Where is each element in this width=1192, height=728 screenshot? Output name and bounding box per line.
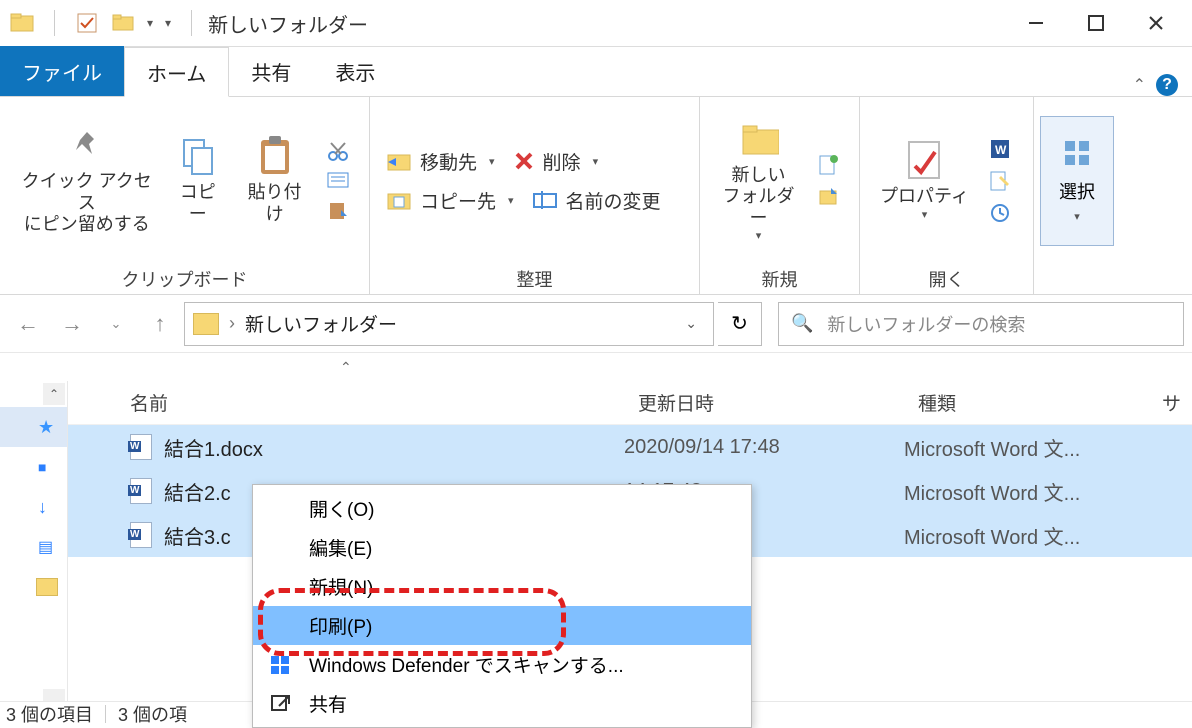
ctx-edit[interactable]: 編集(E) [253, 528, 751, 567]
folder-icon [10, 11, 34, 35]
ctx-open[interactable]: 開く(O) [253, 489, 751, 528]
qat-dropdown-icon[interactable]: ▾ [147, 16, 153, 30]
nav-item[interactable] [0, 527, 67, 567]
pin-icon [67, 125, 107, 165]
maximize-button[interactable] [1066, 3, 1126, 43]
edit-button[interactable] [985, 168, 1017, 194]
collapse-ribbon-icon[interactable]: ⌃ [1133, 75, 1146, 95]
group-label-new: 新規 [700, 264, 859, 294]
nav-item[interactable] [0, 567, 67, 607]
refresh-button[interactable]: ↻ [718, 302, 762, 346]
address-dropdown-icon[interactable]: ⌄ [677, 315, 705, 332]
delete-button[interactable]: 削除▾ [507, 144, 605, 179]
column-headers[interactable]: 名前 更新日時 種類 サ [68, 381, 1192, 425]
easy-access-button[interactable] [813, 184, 843, 210]
copy-icon [178, 136, 218, 176]
forward-button[interactable]: → [52, 304, 92, 344]
defender-icon [267, 652, 293, 678]
tab-view[interactable]: 表示 [313, 46, 397, 96]
qat-overflow-icon[interactable]: ▾ [165, 16, 171, 30]
nav-item[interactable] [0, 447, 67, 487]
copy-path-button[interactable] [323, 170, 353, 192]
tab-home[interactable]: ホーム [124, 47, 229, 97]
navigation-pane[interactable]: ⌃ ⌄ [0, 381, 68, 713]
properties-button[interactable]: プロパティ ▾ [870, 136, 979, 225]
address-bar[interactable]: › 新しいフォルダー ⌄ [184, 302, 714, 346]
svg-text:W: W [995, 143, 1007, 157]
tab-file[interactable]: ファイル [0, 46, 124, 96]
up-button[interactable]: ↑ [140, 304, 180, 344]
history-button[interactable] [985, 200, 1017, 226]
group-label-open: 開く [860, 264, 1033, 294]
ctx-share[interactable]: 共有 [253, 684, 751, 723]
cut-button[interactable] [323, 138, 353, 164]
checkbox-icon[interactable] [75, 11, 99, 35]
chevron-up-icon[interactable]: ⌃ [340, 359, 352, 376]
tab-share[interactable]: 共有 [229, 46, 313, 96]
paste-button[interactable]: 貼り付け [232, 132, 317, 229]
file-row[interactable]: 結合1.docx 2020/09/14 17:48 Microsoft Word… [68, 425, 1192, 469]
properties-icon [904, 140, 944, 180]
context-menu: 開く(O) 編集(E) 新規(N) 印刷(P) Windows Defender… [252, 484, 752, 728]
ctx-print[interactable]: 印刷(P) [253, 606, 751, 645]
paste-icon [255, 136, 295, 176]
breadcrumb-sep-icon[interactable]: › [229, 313, 235, 334]
ctx-new[interactable]: 新規(N) [253, 567, 751, 606]
rename-button[interactable]: 名前の変更 [526, 183, 667, 218]
move-to-button[interactable]: 移動先▾ [380, 144, 501, 179]
scroll-up-icon[interactable]: ⌃ [43, 383, 65, 405]
nav-quick-access[interactable] [0, 407, 67, 447]
breadcrumb[interactable]: 新しいフォルダー [245, 310, 397, 337]
search-icon: 🔍 [791, 313, 813, 334]
word-file-icon [130, 478, 152, 504]
search-input[interactable]: 🔍 新しいフォルダーの検索 [778, 302, 1184, 346]
minimize-button[interactable] [1006, 3, 1066, 43]
status-selected-count: 3 個の項 [118, 701, 187, 727]
window-title: 新しいフォルダー [200, 9, 368, 38]
new-item-button[interactable] [813, 152, 843, 178]
group-label-organize: 整理 [370, 264, 699, 294]
folder-icon [193, 313, 219, 335]
copy-button[interactable]: コピー [163, 132, 232, 229]
pin-to-quick-access-button[interactable]: クイック アクセス にピン留めする [10, 121, 163, 240]
open-with-button[interactable]: W [985, 136, 1017, 162]
copy-to-button[interactable]: コピー先▾ [380, 183, 520, 218]
select-button[interactable]: 選択 ▾ [1040, 116, 1114, 246]
select-icon [1062, 138, 1092, 168]
back-button[interactable]: ← [8, 304, 48, 344]
group-label-clipboard: クリップボード [0, 264, 369, 294]
col-date[interactable]: 更新日時 [638, 389, 918, 416]
ctx-defender[interactable]: Windows Defender でスキャンする... [253, 645, 751, 684]
col-size[interactable]: サ [1162, 389, 1192, 416]
folder-small-icon[interactable] [111, 11, 135, 35]
col-type[interactable]: 種類 [918, 389, 1162, 416]
word-file-icon [130, 434, 152, 460]
share-icon [267, 691, 293, 717]
help-icon[interactable]: ? [1156, 74, 1178, 96]
nav-item[interactable] [0, 487, 67, 527]
new-folder-button[interactable]: 新しい フォルダー ▾ [710, 115, 807, 247]
recent-dropdown-icon[interactable]: ⌄ [96, 304, 136, 344]
col-name[interactable]: 名前 [130, 389, 638, 416]
paste-shortcut-button[interactable] [323, 198, 353, 224]
close-button[interactable] [1126, 3, 1186, 43]
word-file-icon [130, 522, 152, 548]
status-item-count: 3 個の項目 [6, 701, 93, 727]
new-folder-icon [739, 119, 779, 159]
